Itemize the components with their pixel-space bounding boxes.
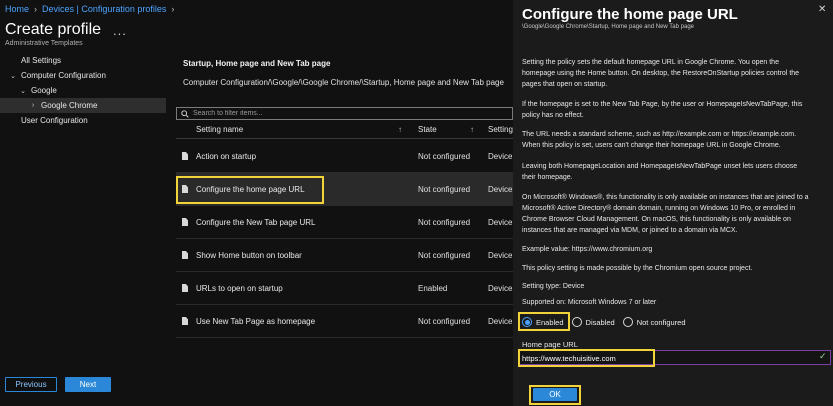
setting-type: Device [488,218,513,227]
page-subtitle: Administrative Templates [5,40,83,47]
sort-arrow-icon[interactable]: ↑ [470,125,474,134]
chevron-right-icon[interactable]: › [29,102,37,109]
document-icon [182,251,188,259]
table-header: Setting name ↑ State ↑ Setting [176,122,513,139]
search-input[interactable] [193,110,493,117]
settings-tree: All Settings ⌄ Computer Configuration ⌄ … [0,53,166,128]
highlight-box [176,176,324,204]
tree-item-label: User Configuration [21,116,88,125]
flyout-path: \Google\Google Chrome\Startup, Home page… [522,24,694,30]
table-row[interactable]: Configure the New Tab page URL Not confi… [176,206,513,239]
flyout-title: Configure the home page URL [522,6,738,23]
radio-label[interactable]: Disabled [586,318,615,327]
column-header-setting-name[interactable]: Setting name [196,125,243,134]
checkmark-icon: ✓ [819,351,827,361]
tree-item-all-settings[interactable]: All Settings [0,53,166,68]
document-icon [182,284,188,292]
tree-item-label: All Settings [21,56,62,65]
more-options-icon[interactable]: ... [113,23,127,38]
example-value: Example value: https://www.chromium.org [522,246,653,253]
setting-name[interactable]: Configure the New Tab page URL [196,218,315,227]
highlight-box [518,349,655,367]
tree-item-user-configuration[interactable]: User Configuration [0,113,166,128]
radio-button[interactable] [622,317,633,327]
description-paragraph: The URL needs a standard scheme, such as… [522,131,797,149]
setting-state: Not configured [418,152,471,161]
radio-label[interactable]: Not configured [637,318,686,327]
description-paragraph: This policy setting is made possible by … [522,265,753,272]
setting-name[interactable]: URLs to open on startup [196,284,283,293]
setting-state: Enabled [418,284,448,293]
section-path: Computer Configuration/\Google/\Google C… [183,78,504,87]
sort-arrow-icon[interactable]: ↑ [398,125,402,134]
description-paragraph: On Microsoft® Windows®, this functionali… [522,194,809,234]
highlight-box [529,385,581,405]
radio-button[interactable] [571,317,582,327]
column-header-state[interactable]: State [418,125,437,134]
tree-item-computer-configuration[interactable]: ⌄ Computer Configuration [0,68,166,83]
breadcrumb-home-link[interactable]: Home [5,4,29,14]
next-button[interactable]: Next [65,377,111,392]
breadcrumb-configuration-profiles-link[interactable]: Devices | Configuration profiles [42,4,166,14]
table-row[interactable]: Action on startup Not configured Device [176,140,513,173]
chevron-down-icon[interactable]: ⌄ [9,72,17,80]
table-row[interactable]: Show Home button on toolbar Not configur… [176,239,513,272]
highlight-box [518,312,570,331]
home-page-url-label: Home page URL [522,340,578,349]
document-icon [182,152,188,160]
setting-state: Not configured [418,317,471,326]
setting-state: Not configured [418,185,471,194]
page-title: Create profile ... [5,21,127,39]
document-icon [182,218,188,226]
tree-item-google-chrome[interactable]: › Google Chrome [0,98,166,113]
setting-state: Not configured [418,251,471,260]
previous-button[interactable]: Previous [5,377,57,392]
setting-type: Device [488,251,513,260]
description-paragraph: Leaving both HomepageLocation and Homepa… [522,163,798,181]
setting-type: Device [488,284,513,293]
settings-table: Action on startup Not configured Device … [176,140,513,338]
table-row[interactable]: Use New Tab Page as homepage Not configu… [176,305,513,338]
page-title-text: Create profile [5,21,102,38]
chevron-down-icon[interactable]: ⌄ [19,87,27,95]
tree-item-label: Google [31,86,57,95]
breadcrumb-separator-icon: › [171,4,175,14]
tree-item-google[interactable]: ⌄ Google [0,83,166,98]
setting-state: Not configured [418,218,471,227]
setting-name[interactable]: Action on startup [196,152,256,161]
setting-type: Device [488,185,513,194]
setting-name[interactable]: Use New Tab Page as homepage [196,317,315,326]
description-paragraph: Setting the policy sets the default home… [522,59,800,88]
tree-item-label: Computer Configuration [21,71,106,80]
supported-on-text: Supported on: Microsoft Windows 7 or lat… [522,299,657,306]
breadcrumb: Home › Devices | Configuration profiles … [5,4,174,14]
document-icon [182,317,188,325]
setting-type-text: Setting type: Device [522,283,585,290]
radio-option-not-configured[interactable]: Not configured [622,317,686,327]
radio-option-disabled[interactable]: Disabled [571,317,615,327]
setting-type: Device [488,152,513,161]
setting-type: Device [488,317,513,326]
breadcrumb-separator-icon: › [34,4,38,14]
column-header-setting-type[interactable]: Setting [488,125,513,134]
setting-name[interactable]: Show Home button on toolbar [196,251,302,260]
close-icon[interactable]: ✕ [818,4,826,15]
search-box[interactable] [176,107,513,120]
section-heading: Startup, Home page and New Tab page [183,59,331,68]
search-icon [181,109,189,118]
tree-item-label: Google Chrome [41,101,98,110]
table-row[interactable]: URLs to open on startup Enabled Device [176,272,513,305]
description-paragraph: If the homepage is set to the New Tab Pa… [522,101,803,119]
